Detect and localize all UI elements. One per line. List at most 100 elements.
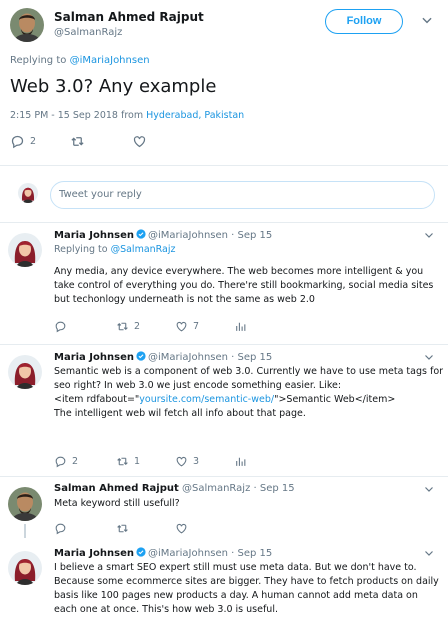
author-name[interactable]: Maria Johnsen <box>54 548 134 559</box>
author-avatar[interactable] <box>8 487 42 521</box>
reply-header: Maria Johnsen @iMariaJohnsen · Sep 15 <box>54 229 272 241</box>
replying-to-line: Replying to @SalmanRajz <box>54 244 176 255</box>
retweet-button[interactable]: 1 <box>116 455 140 468</box>
like-button[interactable]: 7 <box>175 320 199 333</box>
text-line: each one at once. This's how web 3.0 is … <box>54 604 278 615</box>
reply-button[interactable] <box>54 522 67 535</box>
text-line: seo right? In web 3.0 we just encode som… <box>54 380 342 391</box>
code-prefix: <item rdfabout=" <box>54 394 140 405</box>
divider <box>0 476 448 477</box>
reply-count: 2 <box>72 456 79 467</box>
author-name[interactable]: Salman Ahmed Rajput <box>54 10 204 24</box>
current-user-avatar <box>18 183 38 203</box>
reply-text: Meta keyword still usefull? <box>54 497 442 511</box>
like-count: 7 <box>193 321 200 332</box>
replying-to-link[interactable]: @SalmanRajz <box>111 244 176 255</box>
author-avatar[interactable] <box>8 551 42 585</box>
retweet-icon <box>116 522 129 535</box>
handle-date[interactable]: @iMariaJohnsen · Sep 15 <box>148 352 272 363</box>
text-line: but techonlogy underneath is not the sam… <box>54 294 315 305</box>
retweet-count: 1 <box>134 456 141 467</box>
main-tweet: Salman Ahmed Rajput @SalmanRajz Follow R… <box>0 0 448 166</box>
tweet-location-link[interactable]: Hyderabad, Pakistan <box>146 110 244 121</box>
text-line: Meta keyword still usefull? <box>54 498 180 509</box>
handle-date[interactable]: @iMariaJohnsen · Sep 15 <box>148 548 272 559</box>
reply-icon <box>54 455 67 468</box>
verified-badge-icon <box>136 351 146 361</box>
author-name[interactable]: Salman Ahmed Rajput <box>54 483 179 494</box>
reply-tweet: Maria Johnsen @iMariaJohnsen · Sep 15 Sem… <box>0 348 448 476</box>
reply-button[interactable] <box>54 320 72 333</box>
replying-prefix: Replying to <box>10 55 70 66</box>
replying-to-line: Replying to @iMariaJohnsen <box>10 55 150 66</box>
tweet-actions: 2 7 <box>54 320 294 334</box>
tweet-text: Web 3.0? Any example <box>10 76 217 97</box>
author-avatar[interactable] <box>8 355 42 389</box>
analytics-button[interactable] <box>234 320 247 333</box>
retweet-icon <box>70 134 85 149</box>
reply-button[interactable]: 2 <box>10 134 36 149</box>
divider <box>0 222 448 223</box>
reply-text: I believe a smart SEO expert still must … <box>54 561 442 617</box>
reply-input[interactable]: Tweet your reply <box>50 181 435 209</box>
author-name[interactable]: Maria Johnsen <box>54 352 134 363</box>
heart-icon <box>175 320 188 333</box>
stats-icon <box>234 320 247 333</box>
like-button[interactable] <box>175 522 188 535</box>
reply-icon <box>54 320 67 333</box>
heart-icon <box>175 455 188 468</box>
chevron-down-icon[interactable] <box>423 351 435 363</box>
heart-icon <box>132 134 147 149</box>
stats-icon <box>234 455 247 468</box>
author-name[interactable]: Maria Johnsen <box>54 230 134 241</box>
reply-tweet: Maria Johnsen @iMariaJohnsen · Sep 15 Rep… <box>0 226 448 344</box>
tweet-actions: 2 <box>10 134 230 150</box>
chevron-down-icon[interactable] <box>423 483 435 495</box>
text-line: Any media, any device everywhere. The we… <box>54 266 424 277</box>
like-count: 3 <box>193 456 200 467</box>
reply-header: Maria Johnsen @iMariaJohnsen · Sep 15 <box>54 547 272 559</box>
reply-count: 2 <box>30 136 37 147</box>
tweet-time[interactable]: 2:15 PM - 15 Sep 2018 from <box>10 110 146 121</box>
text-line: Because some ecommerce sites are bigger.… <box>54 576 439 587</box>
thread-line <box>24 524 26 538</box>
chevron-down-icon[interactable] <box>420 13 434 27</box>
retweet-icon <box>116 455 129 468</box>
retweet-button[interactable] <box>70 134 85 149</box>
semantic-web-link[interactable]: yoursite.com/semantic-web/ <box>139 394 274 405</box>
heart-icon <box>175 522 188 535</box>
text-line: basis like 100 pages new products a day.… <box>54 590 418 601</box>
handle-date[interactable]: @iMariaJohnsen · Sep 15 <box>148 230 272 241</box>
author-avatar[interactable] <box>8 233 42 267</box>
reply-button[interactable]: 2 <box>54 455 78 468</box>
reply-header: Salman Ahmed Rajput @SalmanRajz · Sep 15 <box>54 483 295 494</box>
retweet-button[interactable] <box>116 522 129 535</box>
replying-prefix: Replying to <box>54 244 111 255</box>
text-line: I believe a smart SEO expert still must … <box>54 562 417 573</box>
text-line: take control of everything you do. There… <box>54 280 434 291</box>
follow-button[interactable]: Follow <box>325 9 403 34</box>
reply-header: Maria Johnsen @iMariaJohnsen · Sep 15 <box>54 351 272 363</box>
replying-to-link[interactable]: @iMariaJohnsen <box>70 55 150 66</box>
retweet-icon <box>116 320 129 333</box>
chevron-down-icon[interactable] <box>423 229 435 241</box>
tweet-actions <box>54 522 294 536</box>
reply-icon <box>54 522 67 535</box>
handle-date[interactable]: @SalmanRajz · Sep 15 <box>182 483 295 494</box>
tweet-actions: 2 1 3 <box>54 455 294 469</box>
like-button[interactable] <box>132 134 147 149</box>
text-line: <item rdfabout="yoursite.com/semantic-we… <box>54 393 442 407</box>
like-button[interactable]: 3 <box>175 455 199 468</box>
text-line: The intelligent web wil fetch all info a… <box>54 408 306 419</box>
reply-icon <box>10 134 25 149</box>
reply-composer: Tweet your reply <box>0 173 448 223</box>
analytics-button[interactable] <box>234 455 247 468</box>
reply-text: Any media, any device everywhere. The we… <box>54 265 442 307</box>
author-handle[interactable]: @SalmanRajz <box>54 27 122 38</box>
divider <box>0 344 448 345</box>
text-line: Semantic web is a component of web 3.0. … <box>54 366 444 377</box>
reply-tweet: Salman Ahmed Rajput @SalmanRajz · Sep 15… <box>0 480 448 540</box>
author-avatar[interactable] <box>10 8 44 42</box>
retweet-button[interactable]: 2 <box>116 320 140 333</box>
chevron-down-icon[interactable] <box>423 547 435 559</box>
